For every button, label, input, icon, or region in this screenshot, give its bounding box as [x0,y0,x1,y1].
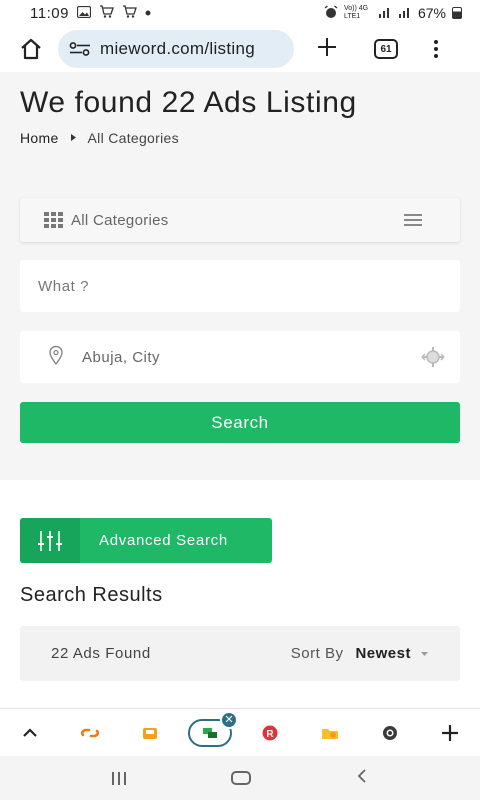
what-placeholder: What ? [38,277,90,295]
browser-toolbar: mieword.com/listing 61 [0,26,480,72]
sort-label: Sort By [290,645,344,662]
dot-icon [434,40,438,44]
battery-percentage: 67% [417,5,446,21]
sliders-icon [20,518,80,563]
tab-item[interactable]: R [240,709,300,757]
tab-item[interactable] [60,709,120,757]
home-button[interactable] [16,34,46,64]
close-tab-icon[interactable]: ✕ [220,710,238,729]
yellow-folder-favicon [322,728,338,739]
what-search-input[interactable]: What ? [20,260,460,312]
tab-item[interactable] [120,709,180,757]
signal-icon [378,6,392,21]
search-results-heading: Search Results [20,584,163,606]
site-settings-icon[interactable] [68,42,92,56]
tab-switcher-button[interactable]: 61 [374,39,398,59]
caret-down-icon [421,649,428,659]
menu-lines-icon [404,214,422,226]
tab-item-active[interactable]: ✕ [180,709,240,757]
browser-menu-button[interactable] [434,40,438,58]
new-tab-button[interactable] [420,709,480,757]
cart-notification-icon [99,5,114,21]
battery-icon [452,7,462,19]
locate-me-icon[interactable] [420,346,446,368]
signal-icon [398,6,412,21]
tab-strip: ✕ R [0,708,480,756]
svg-text:R: R [266,729,274,740]
page-title: We found 22 Ads Listing [20,86,357,119]
dot-icon [145,7,151,19]
breadcrumb-home-link[interactable]: Home [20,130,59,146]
cart-notification-icon [122,5,137,21]
grid-icon [44,212,63,228]
tab-item[interactable] [360,709,420,757]
status-bar: 11:09 Vo)) 4G LTE1 67% [0,0,480,26]
chevron-up-icon [23,727,37,737]
orange-link-favicon [80,728,100,737]
advanced-search-button[interactable]: Advanced Search [20,518,272,563]
dark-circle-favicon [383,725,397,740]
status-time: 11:09 [30,4,69,22]
new-tab-button[interactable] [314,36,340,62]
sort-dropdown[interactable]: Sort By Newest [291,645,428,662]
home-icon [21,38,41,60]
network-label: Vo)) 4G LTE1 [343,5,369,20]
recent-apps-button[interactable] [112,771,127,785]
category-select-label: All Categories [71,211,169,229]
tab-item[interactable] [300,709,360,757]
gallery-notification-icon [76,5,92,21]
advanced-search-label: Advanced Search [99,532,228,549]
plus-icon [318,38,336,56]
address-bar[interactable]: mieword.com/listing [58,30,294,68]
home-nav-button[interactable] [230,771,251,785]
breadcrumb-current[interactable]: All Categories [88,130,179,146]
green-document-favicon [203,727,217,738]
location-pin-icon [48,345,64,370]
breadcrumb-separator-icon [70,133,76,143]
search-header-section: We found 22 Ads Listing Home All Categor… [0,72,480,480]
sort-value: Newest [355,645,411,662]
results-toolbar: 22 Ads Found Sort By Newest [20,626,460,681]
dot-icon [434,54,438,58]
breadcrumb: Home All Categories [20,130,179,146]
dot-icon [434,47,438,51]
back-chevron-icon [357,768,366,783]
category-select[interactable]: All Categories [20,198,460,242]
orange-folder-favicon [143,727,157,739]
alarm-icon [324,4,338,22]
plus-icon [442,724,458,741]
location-value: Abuja, City [82,348,161,366]
search-button[interactable]: Search [20,402,460,443]
location-input[interactable]: Abuja, City [20,331,460,383]
back-button[interactable] [356,768,368,789]
system-nav-bar [0,756,480,800]
red-r-favicon: R [262,725,278,740]
page-content: We found 22 Ads Listing Home All Categor… [0,72,480,708]
ads-found-count: 22 Ads Found [51,645,151,662]
collapse-tab-strip-button[interactable] [0,709,60,757]
url-text: mieword.com/listing [100,39,255,58]
